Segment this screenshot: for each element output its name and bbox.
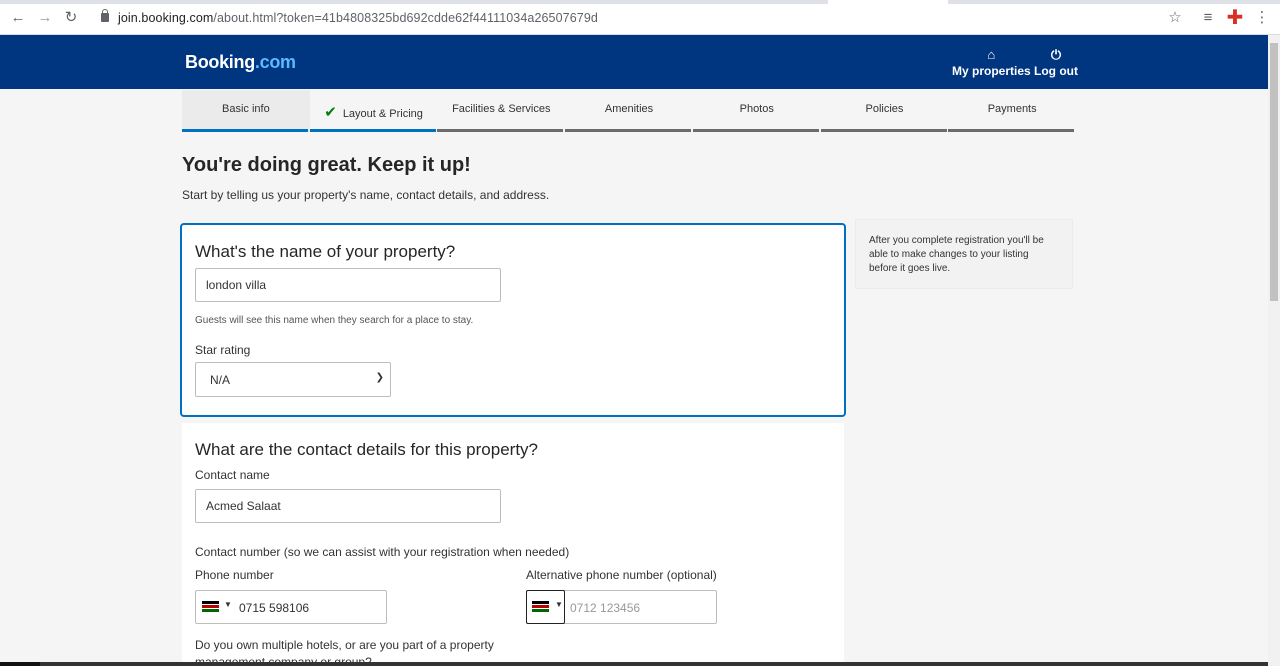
property-name-heading: What's the name of your property? — [195, 242, 456, 261]
tab-policies[interactable]: Policies — [820, 90, 949, 132]
chevron-down-icon: ❯ — [375, 372, 384, 383]
registration-steps: Basic info ✔ Layout & Pricing Facilities … — [182, 90, 1076, 132]
home-icon: ⌂ — [987, 47, 996, 62]
property-name-hint: Guests will see this name when they sear… — [195, 315, 474, 326]
country-code-dropdown[interactable]: ▼ — [196, 591, 236, 623]
tab-facilities-services[interactable]: Facilities & Services — [437, 90, 565, 132]
tab-layout-pricing[interactable]: ✔ Layout & Pricing — [309, 90, 438, 132]
phone-number-input[interactable]: 0715 598106 — [239, 601, 309, 615]
page-subtitle: Start by telling us your property's name… — [182, 188, 550, 202]
extension-cross-icon[interactable]: ✚ — [1226, 8, 1244, 28]
my-properties-link[interactable]: ⌂ My properties — [952, 47, 1031, 78]
lock-icon[interactable] — [101, 9, 109, 22]
phone-number-field: ▼ 0715 598106 — [195, 590, 387, 624]
kenya-flag-icon — [532, 601, 549, 612]
step-progress-bar — [692, 129, 819, 132]
reload-icon[interactable]: ↻ — [62, 9, 80, 27]
multiple-hotels-question: Do you own multiple hotels, or are you p… — [195, 638, 494, 652]
step-progress-bar — [948, 129, 1075, 132]
back-icon[interactable]: ← — [9, 9, 27, 27]
menu-kebab-icon[interactable]: ⋮ — [1253, 9, 1271, 27]
alt-country-code-dropdown[interactable]: ▼ — [526, 590, 565, 624]
booking-logo[interactable]: Booking.com — [185, 52, 296, 73]
info-note-text: After you complete registration you'll b… — [869, 235, 1044, 274]
caret-down-icon: ▼ — [555, 600, 563, 609]
step-progress-bar — [309, 129, 436, 132]
site-header: Booking.com ⌂ My properties ⏻ Log out — [0, 35, 1268, 89]
contact-details-card: What are the contact details for this pr… — [182, 423, 844, 666]
tab-strip — [0, 0, 1280, 4]
step-progress-bar — [820, 129, 947, 132]
address-bar[interactable]: join.booking.com/about.html?token=41b480… — [118, 11, 598, 25]
step-label: Layout & Pricing — [342, 108, 423, 120]
bookmark-star-icon[interactable]: ☆ — [1166, 9, 1184, 27]
scrollbar-thumb[interactable] — [1270, 43, 1278, 301]
page-title: You're doing great. Keep it up! — [182, 154, 471, 176]
tab-payments[interactable]: Payments — [948, 90, 1076, 132]
forward-icon[interactable]: → — [36, 9, 54, 27]
power-icon: ⏻ — [1050, 47, 1062, 62]
active-tab[interactable] — [828, 0, 948, 4]
contact-details-heading: What are the contact details for this pr… — [195, 440, 539, 459]
property-name-input[interactable] — [195, 268, 501, 302]
contact-number-label: Contact number (so we can assist with yo… — [195, 545, 570, 559]
star-rating-value: N/A — [210, 373, 231, 387]
step-label: Policies — [865, 103, 904, 115]
step-label: Basic info — [222, 103, 270, 115]
my-properties-label: My properties — [952, 64, 1031, 78]
browser-toolbar: ← → ↻ join.booking.com/about.html?token=… — [0, 0, 1280, 35]
contact-name-label: Contact name — [195, 468, 270, 482]
tab-basic-info[interactable]: Basic info — [182, 90, 310, 132]
alt-phone-input[interactable]: 0712 123456 — [570, 601, 640, 615]
step-label: Facilities & Services — [452, 103, 551, 115]
tab-amenities[interactable]: Amenities — [565, 90, 693, 132]
step-label: Amenities — [604, 103, 654, 115]
tab-photos[interactable]: Photos — [692, 90, 821, 132]
contact-name-input[interactable] — [195, 489, 501, 523]
step-progress-bar — [437, 129, 564, 132]
step-label: Photos — [739, 103, 774, 115]
logo-main: Booking — [185, 52, 255, 72]
phone-number-label: Phone number — [195, 568, 274, 582]
step-progress-bar — [182, 129, 308, 132]
url-path: /about.html?token=41b4808325bd692cdde62f… — [213, 11, 598, 25]
star-rating-label: Star rating — [195, 343, 251, 357]
page-scrollbar[interactable] — [1268, 35, 1280, 666]
media-control-icon[interactable]: ≡ — [1199, 9, 1217, 27]
taskbar-edge — [0, 662, 1268, 666]
kenya-flag-icon — [202, 601, 219, 612]
log-out-label: Log out — [1034, 64, 1078, 78]
alt-phone-field: ▼ 0712 123456 — [526, 590, 717, 624]
info-note: After you complete registration you'll b… — [855, 219, 1073, 289]
log-out-link[interactable]: ⏻ Log out — [1034, 47, 1078, 78]
alt-phone-label: Alternative phone number (optional) — [526, 568, 717, 582]
caret-down-icon: ▼ — [224, 600, 232, 609]
step-label: Payments — [987, 103, 1037, 115]
url-host: join.booking.com — [118, 11, 214, 25]
step-progress-bar — [565, 129, 692, 132]
property-name-card: What's the name of your property? Guests… — [180, 223, 846, 417]
star-rating-select[interactable]: N/A ❯ — [195, 362, 391, 397]
checkmark-icon: ✔ — [324, 104, 337, 121]
taskbar-start — [0, 662, 40, 666]
logo-dot: .com — [254, 52, 296, 72]
